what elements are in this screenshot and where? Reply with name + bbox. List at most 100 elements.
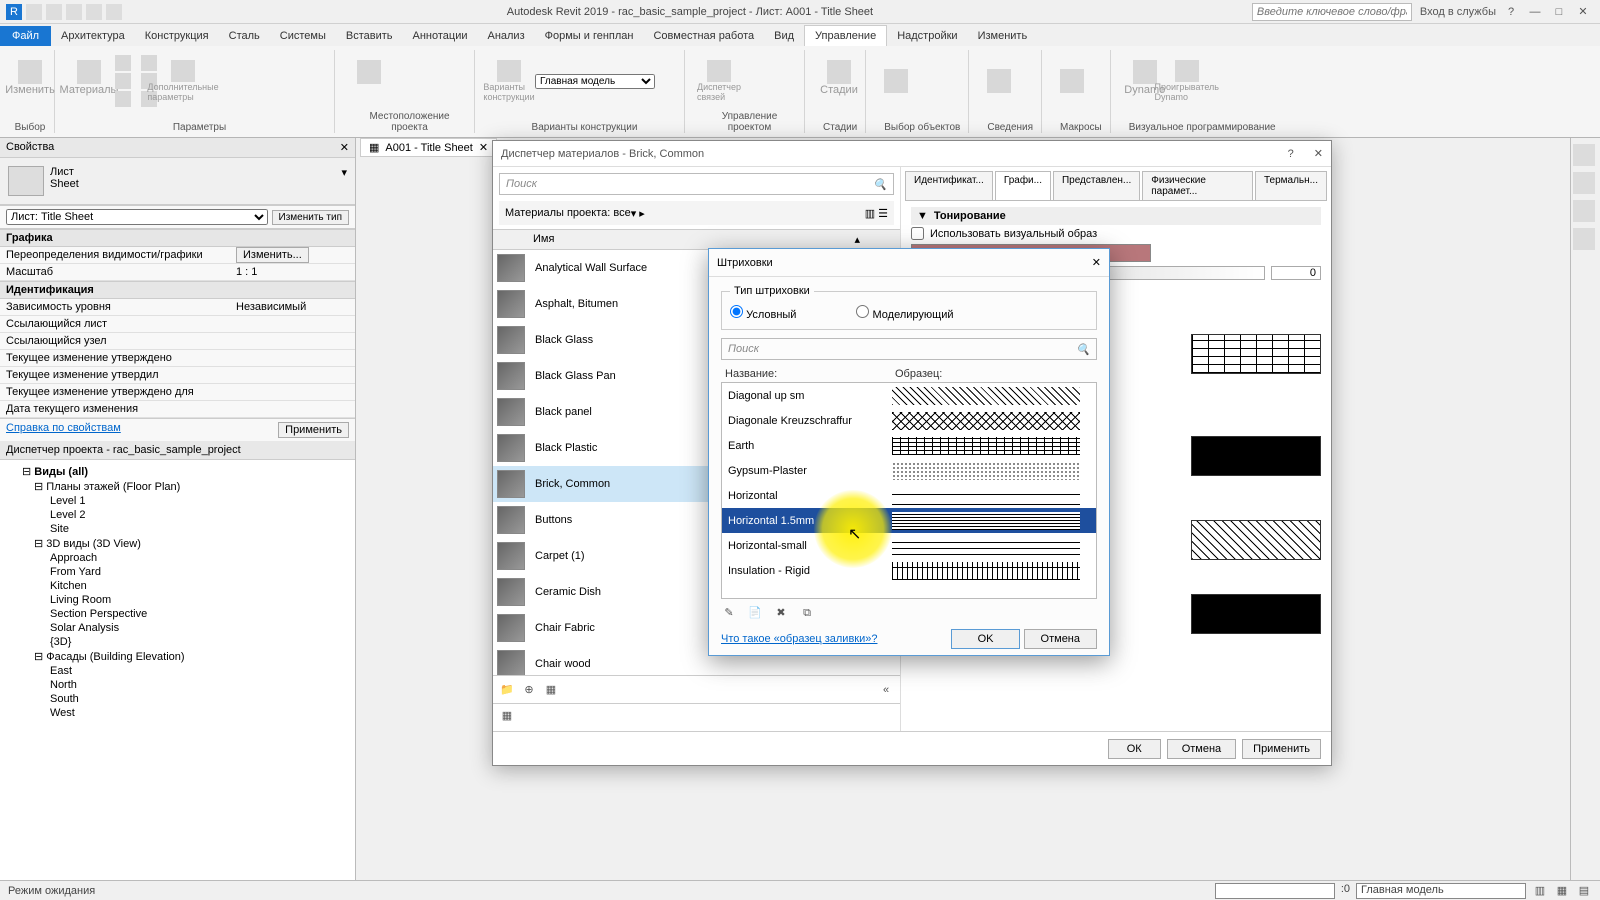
- pattern-row[interactable]: Diagonal up sm: [722, 383, 1096, 408]
- phases-button[interactable]: Стадии: [823, 60, 855, 102]
- tab-collab[interactable]: Совместная работа: [643, 26, 764, 46]
- tab-insert[interactable]: Вставить: [336, 26, 403, 46]
- main-model-select[interactable]: Главная модель: [535, 74, 655, 89]
- tree-item[interactable]: Kitchen: [4, 579, 351, 593]
- tree-item[interactable]: North: [4, 678, 351, 692]
- tree-item[interactable]: East: [4, 664, 351, 678]
- cancel-button[interactable]: Отмена: [1024, 629, 1097, 649]
- search-icon[interactable]: 🔍: [873, 178, 887, 191]
- open-icon[interactable]: [26, 4, 42, 20]
- cut-pattern-fg[interactable]: [1191, 520, 1321, 560]
- tab-addins[interactable]: Надстройки: [887, 26, 967, 46]
- ok-button[interactable]: OK: [951, 629, 1021, 649]
- nav-icon[interactable]: [1573, 200, 1595, 222]
- close-panel-icon[interactable]: ✕: [340, 141, 349, 154]
- tab-annot[interactable]: Аннотации: [403, 26, 478, 46]
- props-help-link[interactable]: Справка по свойствам: [6, 422, 121, 438]
- use-render-check[interactable]: [911, 227, 924, 240]
- tree-3d[interactable]: ⊟ 3D виды (3D View): [4, 536, 351, 551]
- search-icon[interactable]: 🔍: [1076, 343, 1090, 356]
- sel-filter[interactable]: [1215, 883, 1335, 899]
- tab-systems[interactable]: Системы: [270, 26, 336, 46]
- pattern-row[interactable]: Gypsum-Plaster: [722, 458, 1096, 483]
- apply-button[interactable]: Применить: [1242, 739, 1321, 759]
- lib-icon[interactable]: 📁: [499, 682, 515, 698]
- modify-button[interactable]: Изменить: [14, 60, 46, 102]
- pattern-row[interactable]: Horizontal: [722, 483, 1096, 508]
- pattern-row[interactable]: Diagonale Kreuzschraffur: [722, 408, 1096, 433]
- instance-select[interactable]: Лист: Title Sheet: [6, 209, 268, 225]
- tab-close-icon[interactable]: ✕: [479, 141, 488, 154]
- tree-item[interactable]: Approach: [4, 551, 351, 565]
- cut-pattern-bg[interactable]: [1191, 594, 1321, 634]
- pattern-row[interactable]: Insulation - Rigid: [722, 558, 1096, 583]
- close-icon[interactable]: ✕: [1574, 3, 1592, 21]
- project-browser[interactable]: ⊟ Виды (all) ⊟ Планы этажей (Floor Plan)…: [0, 460, 355, 880]
- tab-appearance[interactable]: Представлен...: [1053, 171, 1140, 200]
- tree-item[interactable]: Level 1: [4, 494, 351, 508]
- radio-model[interactable]: Моделирующий: [856, 305, 953, 321]
- close-icon[interactable]: ✕: [1092, 256, 1101, 269]
- minimize-icon[interactable]: —: [1526, 3, 1544, 21]
- tree-item[interactable]: South: [4, 692, 351, 706]
- pattern-search[interactable]: Поиск🔍: [721, 338, 1097, 360]
- duplicate-icon[interactable]: ⧉: [799, 605, 815, 621]
- collapse-icon[interactable]: «: [878, 682, 894, 698]
- pattern-list[interactable]: Diagonal up smDiagonale KreuzschraffurEa…: [721, 382, 1097, 599]
- tab-analyze[interactable]: Анализ: [477, 26, 534, 46]
- tab-graphics[interactable]: Графи...: [995, 171, 1051, 200]
- tree-item[interactable]: West: [4, 706, 351, 720]
- tab-struct[interactable]: Конструкция: [135, 26, 219, 46]
- apply-button[interactable]: Применить: [278, 422, 349, 438]
- tree-item[interactable]: Site: [4, 522, 351, 536]
- delete-icon[interactable]: ✖: [773, 605, 789, 621]
- type-selector[interactable]: ЛистSheet ▾: [0, 158, 355, 205]
- fill-help-link[interactable]: Что такое «образец заливки»?: [721, 633, 877, 645]
- location-icon[interactable]: [353, 60, 385, 102]
- tree-item[interactable]: Living Room: [4, 593, 351, 607]
- tree-item[interactable]: {3D}: [4, 635, 351, 649]
- new-icon[interactable]: ⊕: [521, 682, 537, 698]
- design-opts-button[interactable]: Варианты конструкции: [493, 60, 525, 102]
- tree-item[interactable]: Level 2: [4, 508, 351, 522]
- surface-pattern-bg[interactable]: [1191, 436, 1321, 476]
- tab-physical[interactable]: Физические парамет...: [1142, 171, 1253, 200]
- tree-views[interactable]: ⊟ Виды (all): [4, 464, 351, 479]
- file-tab[interactable]: Файл: [0, 26, 51, 46]
- save-icon[interactable]: [46, 4, 62, 20]
- nav-icon[interactable]: [1573, 172, 1595, 194]
- materials-button[interactable]: Материалы: [73, 60, 105, 102]
- maximize-icon[interactable]: □: [1550, 3, 1568, 21]
- material-search[interactable]: Поиск🔍: [499, 173, 894, 195]
- macro-icon[interactable]: [1060, 69, 1084, 93]
- app-icon[interactable]: R: [6, 4, 22, 20]
- tree-item[interactable]: Solar Analysis: [4, 621, 351, 635]
- tab-massing[interactable]: Формы и генплан: [535, 26, 644, 46]
- pattern-row[interactable]: Horizontal-small: [722, 533, 1096, 558]
- tab-identity[interactable]: Идентификат...: [905, 171, 993, 200]
- links-button[interactable]: Диспетчер связей: [703, 60, 735, 102]
- vis-edit-button[interactable]: Изменить...: [236, 247, 309, 263]
- workset-select[interactable]: Главная модель: [1356, 883, 1526, 899]
- redo-icon[interactable]: [86, 4, 102, 20]
- param-icon[interactable]: [141, 55, 157, 71]
- material-filter[interactable]: Материалы проекта: все▾ ▸▥ ☰: [499, 201, 894, 225]
- sb-icon[interactable]: ▤: [1576, 883, 1592, 899]
- chevron-down-icon[interactable]: ▾: [341, 166, 347, 196]
- addparams-button[interactable]: Дополнительные параметры: [167, 60, 199, 102]
- tab-modify[interactable]: Изменить: [968, 26, 1038, 46]
- help-icon[interactable]: ?: [1502, 3, 1520, 21]
- signin-link[interactable]: Вход в службы: [1420, 6, 1496, 18]
- edit-type-button[interactable]: Изменить тип: [272, 210, 349, 225]
- close-icon[interactable]: ✕: [1314, 148, 1323, 160]
- cancel-button[interactable]: Отмена: [1167, 739, 1236, 759]
- undo-icon[interactable]: [66, 4, 82, 20]
- tab-steel[interactable]: Сталь: [219, 26, 270, 46]
- tab-manage[interactable]: Управление: [804, 25, 887, 46]
- help-icon[interactable]: ?: [1288, 148, 1294, 160]
- sb-icon[interactable]: ▥: [1532, 883, 1548, 899]
- sel-icon[interactable]: [884, 69, 908, 93]
- tab-thermal[interactable]: Термальн...: [1255, 171, 1327, 200]
- dynamo-player-button[interactable]: Проигрыватель Dynamo: [1171, 60, 1203, 102]
- inq-icon[interactable]: [987, 69, 1011, 93]
